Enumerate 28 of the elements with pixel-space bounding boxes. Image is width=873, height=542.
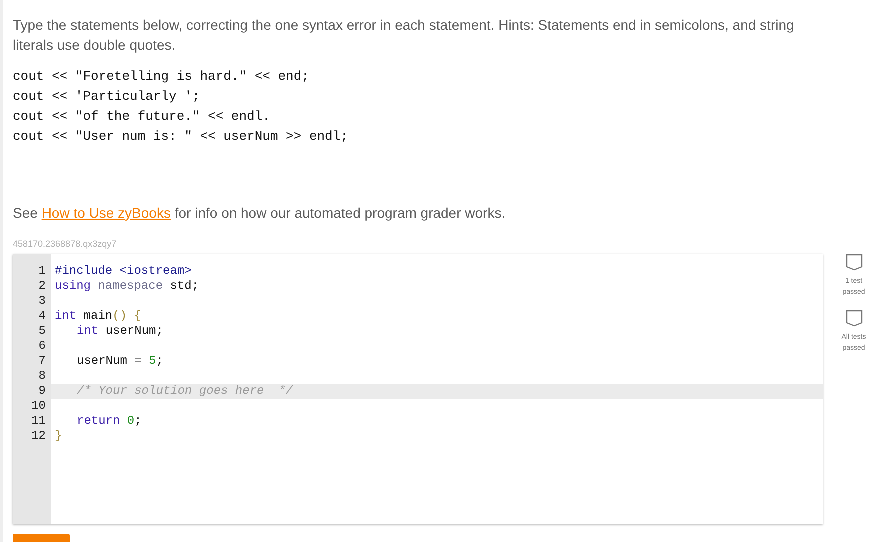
line-number: 10 [30, 398, 47, 414]
line-number: 7 [38, 354, 47, 368]
help-text: See How to Use zyBooks for info on how our automated program grader works. [13, 204, 507, 223]
line-number: 4 [38, 308, 47, 324]
code-statement: cout << "of the future." << endl. [13, 108, 272, 126]
code-statement: cout << 'Particularly '; [13, 88, 202, 106]
line-number: 9 [38, 384, 47, 398]
code-line: userNum = 5; [76, 354, 164, 368]
line-number: 6 [38, 338, 47, 354]
code-line: using namespace std; [54, 278, 200, 294]
line-number: 8 [38, 368, 47, 384]
code-line: } [54, 428, 64, 444]
code-line: return 0; [76, 414, 143, 428]
line-number: 5 [38, 324, 47, 338]
line-number: 3 [38, 294, 47, 308]
line-number: 11 [30, 414, 47, 428]
line-number: 2 [38, 278, 47, 294]
line-number: 1 [38, 264, 47, 278]
instructions-text: Type the statements below, correcting the one syntax error in each statement. Hints: Statements end in semicolons, and string literals use double quotes. [13, 16, 796, 55]
run-button[interactable] [13, 534, 70, 542]
code-line: int main() { [54, 308, 142, 324]
exercise-id: 458170.2368878.qx3zqy7 [13, 238, 118, 251]
code-statement: cout << "User num is: " << userNum >> endl; [13, 128, 350, 146]
code-editor[interactable]: 1 2 3 4 5 6 7 8 9 10 11 12 #include <iostream> using namespace std; int main() { int userNum; userNum = 5; /* Your solution goes here */ return 0; } [13, 254, 823, 524]
code-line: int userNum; [76, 324, 164, 338]
code-line: #include <iostream> [54, 264, 193, 278]
code-statement: cout << "Foretelling is hard." << end; [13, 68, 310, 86]
line-number: 12 [30, 428, 47, 444]
